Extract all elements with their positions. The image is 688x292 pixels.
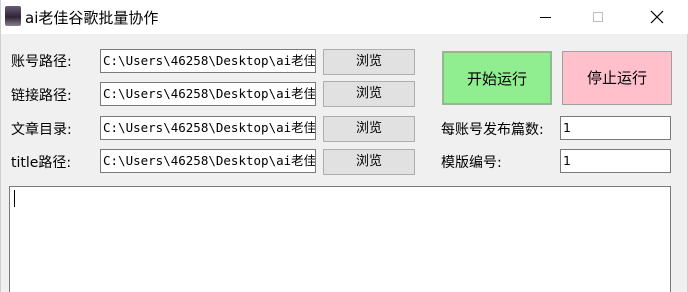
maximize-icon xyxy=(593,12,603,22)
link-path-field[interactable]: C:\Users\46258\Desktop\ai老佳 xyxy=(100,82,316,106)
title-path-browse-button[interactable]: 浏览 xyxy=(323,149,415,175)
log-textarea[interactable] xyxy=(9,186,671,292)
text-caret xyxy=(14,190,15,207)
start-button[interactable]: 开始运行 xyxy=(442,51,552,105)
posts-per-account-field[interactable]: 1 xyxy=(560,116,671,140)
close-icon xyxy=(650,10,664,24)
close-button[interactable] xyxy=(634,0,680,34)
posts-per-account-label: 每账号发布篇数: xyxy=(441,122,544,138)
account-path-browse-button[interactable]: 浏览 xyxy=(323,49,415,75)
title-path-label: title路径: xyxy=(11,155,72,171)
template-number-field[interactable]: 1 xyxy=(560,149,671,173)
minimize-icon xyxy=(539,16,551,18)
article-dir-browse-button[interactable]: 浏览 xyxy=(323,116,415,142)
link-path-label: 链接路径: xyxy=(11,88,72,104)
stop-button[interactable]: 停止运行 xyxy=(562,51,672,105)
minimize-button[interactable] xyxy=(522,0,568,34)
account-path-label: 账号路径: xyxy=(11,54,72,70)
template-number-label: 模版编号: xyxy=(441,155,502,171)
app-icon xyxy=(5,6,21,26)
maximize-button[interactable] xyxy=(575,0,621,34)
article-dir-label: 文章目录: xyxy=(11,122,72,138)
title-path-field[interactable]: C:\Users\46258\Desktop\ai老佳 xyxy=(100,149,316,173)
account-path-field[interactable]: C:\Users\46258\Desktop\ai老佳 xyxy=(100,49,316,73)
title-bar[interactable]: ai老佳谷歌批量协作 xyxy=(1,0,688,34)
window-title: ai老佳谷歌批量协作 xyxy=(25,9,159,27)
app-window: ai老佳谷歌批量协作 账号路径: C:\Users\46258\Desktop\… xyxy=(0,0,688,292)
article-dir-field[interactable]: C:\Users\46258\Desktop\ai老佳 xyxy=(100,116,316,140)
link-path-browse-button[interactable]: 浏览 xyxy=(323,81,415,107)
